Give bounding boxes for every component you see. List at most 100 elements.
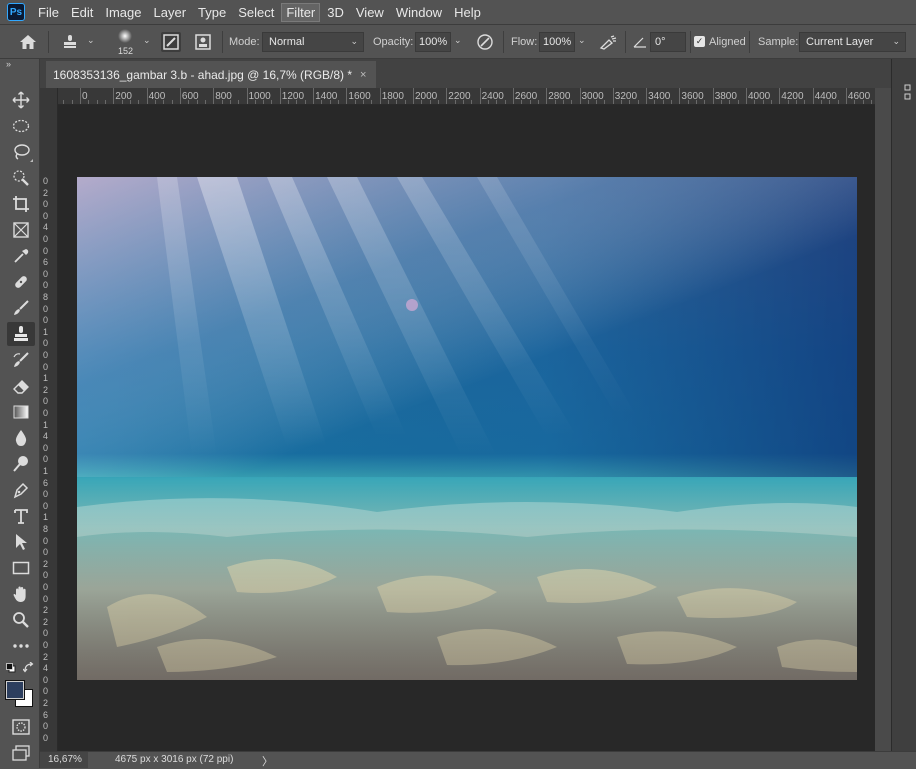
chevron-down-icon[interactable]: ⌄ (143, 35, 151, 46)
zoom-level-field[interactable]: 16,67% (40, 752, 88, 768)
underwater-photo[interactable] (77, 177, 857, 680)
quick-select-tool[interactable] (7, 166, 35, 190)
flow-field[interactable]: 100% (539, 32, 575, 52)
menu-image[interactable]: Image (100, 3, 146, 22)
ruler-label: 0 (43, 268, 49, 279)
separator (690, 31, 691, 53)
angle-icon (630, 32, 650, 52)
ruler-label: 2 (43, 558, 49, 569)
ruler-minor-tick (829, 100, 831, 104)
chevron-down-icon[interactable]: ⌄ (87, 35, 95, 46)
rectangle-icon (12, 561, 30, 575)
ruler-label: 0 (43, 176, 49, 186)
chevron-down-icon[interactable]: ⌄ (578, 35, 586, 46)
hand-tool[interactable] (7, 582, 35, 606)
more-tools[interactable] (7, 634, 35, 658)
menu-select[interactable]: Select (233, 3, 279, 22)
ruler-major-tick (413, 88, 414, 104)
angle-field[interactable]: 0° (650, 32, 686, 52)
ruler-minor-tick (154, 100, 156, 104)
menu-layer[interactable]: Layer (149, 3, 192, 22)
ruler-minor-tick (471, 100, 473, 104)
collapse-panel-icon[interactable]: » (6, 59, 11, 69)
separator (48, 31, 49, 53)
menu-view[interactable]: View (351, 3, 389, 22)
blur-tool[interactable] (7, 426, 35, 450)
lasso-tool[interactable] (7, 140, 35, 164)
ruler-major-tick (313, 88, 315, 104)
stamp-preset-icon[interactable] (60, 32, 80, 52)
status-menu-arrow-icon[interactable]: 〉 (262, 753, 273, 769)
canvas-area[interactable] (58, 105, 875, 751)
ruler-minor-tick (196, 100, 198, 104)
ruler-minor-tick (104, 100, 106, 104)
eyedropper-tool[interactable] (7, 244, 35, 268)
ruler-label: 8 (43, 292, 49, 302)
marquee-tool[interactable] (7, 114, 35, 138)
ruler-label: 4200 (781, 91, 804, 102)
zoom-tool[interactable] (7, 608, 35, 632)
menu-edit[interactable]: Edit (66, 3, 98, 22)
menu-3d[interactable]: 3D (322, 3, 349, 22)
opacity-field[interactable]: 100% (415, 32, 451, 52)
mode-select[interactable]: Normal ⌄ (262, 32, 364, 52)
ruler-major-tick (546, 88, 548, 104)
menu-filter[interactable]: Filter (281, 2, 321, 22)
swap-colors-icon[interactable] (22, 661, 34, 676)
type-tool[interactable] (7, 504, 35, 528)
crop-icon (13, 196, 29, 212)
crop-tool[interactable] (7, 192, 35, 216)
menu-window[interactable]: Window (391, 3, 447, 22)
vertical-ruler[interactable]: 0200400600800100012001400160018002000220… (40, 88, 58, 752)
horizontal-ruler[interactable]: 0 200 400 600 800 1000 1200 1400 1600 1800 2000 220… (58, 88, 875, 105)
ruler-minor-tick (204, 100, 206, 104)
foreground-color-swatch[interactable] (5, 680, 25, 700)
screen-mode-tool[interactable] (7, 741, 35, 765)
pressure-opacity-icon[interactable] (475, 32, 495, 52)
clone-source-icon[interactable] (193, 32, 213, 52)
frame-tool[interactable] (7, 218, 35, 242)
move-tool[interactable] (7, 88, 35, 112)
panel-toggle-icon[interactable] (904, 84, 916, 102)
brush-settings-icon[interactable] (161, 32, 181, 52)
ruler-minor-tick (129, 100, 131, 104)
pen-tool[interactable] (7, 478, 35, 502)
gradient-tool[interactable] (7, 400, 35, 424)
ruler-minor-tick (562, 100, 564, 104)
stamp-icon (14, 326, 28, 341)
eraser-tool[interactable] (7, 374, 35, 398)
brush-tool[interactable] (7, 296, 35, 320)
default-colors-icon[interactable] (6, 662, 16, 676)
healing-tool[interactable] (7, 270, 35, 294)
aligned-checkbox[interactable]: ✓ (694, 36, 705, 47)
dodge-tool[interactable] (7, 452, 35, 476)
document-tab[interactable]: 1608353136_gambar 3.b - ahad.jpg @ 16,7%… (46, 61, 377, 88)
ruler-minor-tick (721, 100, 723, 104)
ruler-label: 0 (43, 547, 49, 558)
sample-select[interactable]: Current Layer ⌄ (799, 32, 906, 52)
ruler-label: 2 (43, 616, 49, 627)
vertical-scrollbar[interactable] (875, 88, 891, 751)
history-brush-tool[interactable] (7, 348, 35, 372)
path-select-tool[interactable] (7, 530, 35, 554)
ruler-minor-tick (671, 100, 673, 104)
chevron-down-icon[interactable]: ⌄ (454, 35, 462, 46)
brush-preview-icon[interactable] (115, 26, 135, 46)
ruler-minor-tick (288, 100, 290, 104)
airbrush-icon[interactable] (598, 32, 618, 52)
ruler-major-tick (712, 88, 714, 104)
ruler-label: 1 (43, 466, 49, 476)
ruler-minor-tick (188, 100, 190, 104)
ruler-minor-tick (696, 100, 698, 104)
menu-type[interactable]: Type (193, 3, 231, 22)
ruler-label: 1800 (381, 91, 404, 102)
clone-stamp-tool[interactable] (7, 322, 35, 346)
ruler-minor-tick (737, 100, 739, 104)
rectangle-tool[interactable] (7, 556, 35, 580)
menu-help[interactable]: Help (449, 3, 486, 22)
menu-file[interactable]: File (33, 3, 64, 22)
ruler-label: 4600 (847, 91, 871, 102)
close-icon[interactable]: × (360, 69, 366, 81)
quick-mask-tool[interactable] (7, 715, 35, 739)
home-icon[interactable] (18, 32, 38, 52)
